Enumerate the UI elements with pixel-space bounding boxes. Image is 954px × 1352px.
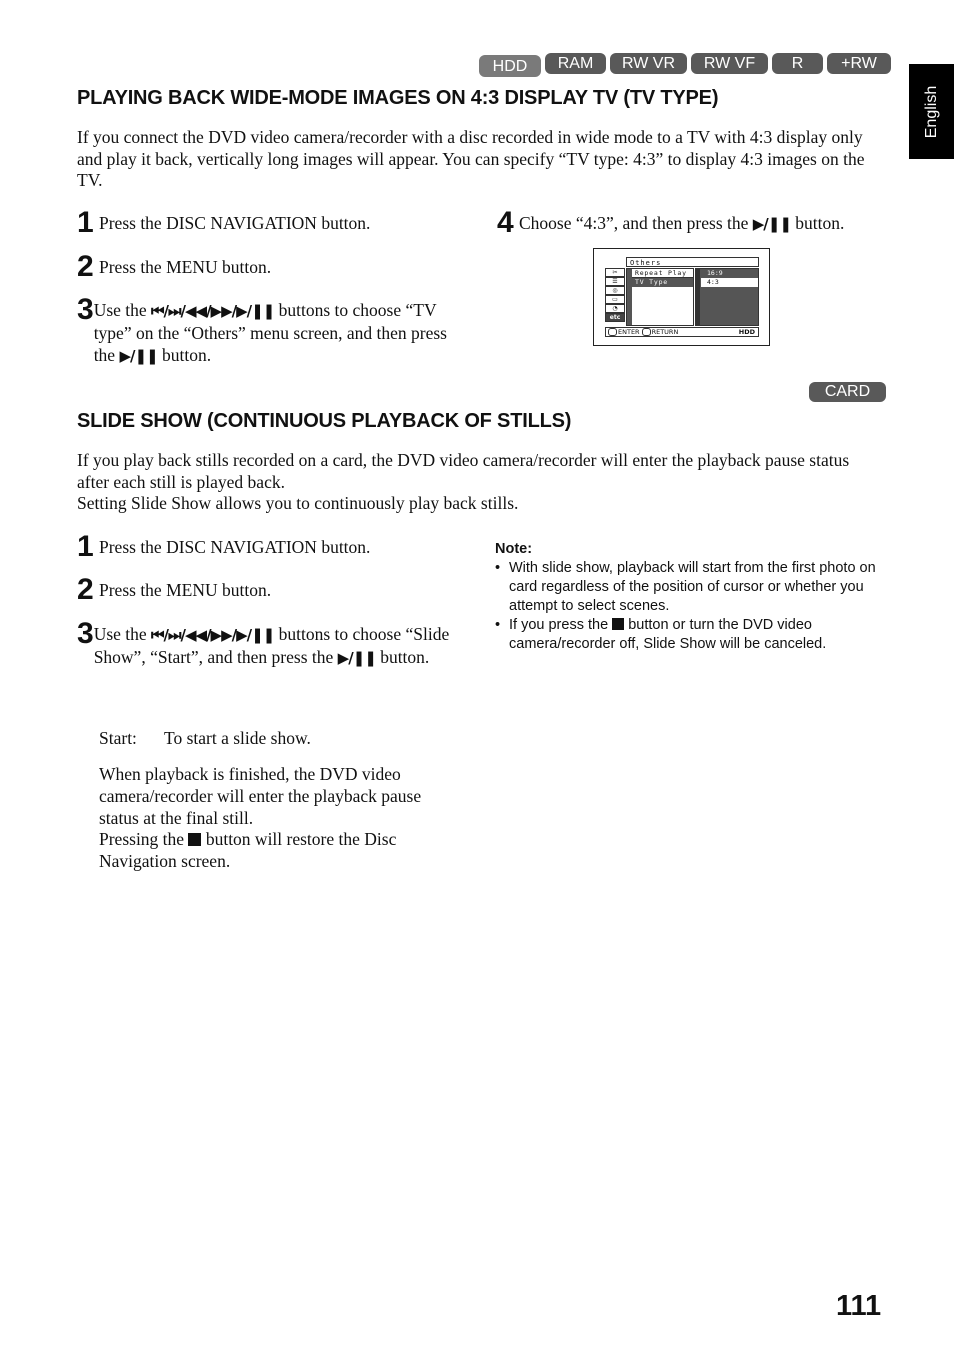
section-title-slide-show: SLIDE SHOW (CONTINUOUS PLAYBACK OF STILL… bbox=[77, 410, 572, 432]
media-tags: HDD RAM RW VR RW VF R +RW bbox=[479, 53, 891, 77]
tv-step-3: 3 Use the ⏮/⏭/◀◀/▶▶/▶/❚❚ buttons to choo… bbox=[77, 295, 457, 367]
note-item: If you press the button or turn the DVD … bbox=[495, 616, 890, 654]
language-tab: English bbox=[909, 64, 954, 159]
step-number: 3 bbox=[77, 617, 94, 650]
card-icon: ▭ bbox=[605, 295, 625, 304]
media-tag-rw-vr: RW VR bbox=[610, 53, 687, 74]
option-4-3: 4:3 bbox=[701, 278, 758, 287]
media-tag-ram: RAM bbox=[545, 53, 606, 74]
nav-buttons-icon: ⏮/⏭/◀◀/▶▶/▶/❚❚ bbox=[151, 626, 275, 644]
section-intro-tv-type: If you connect the DVD video camera/reco… bbox=[77, 127, 865, 190]
menu-title: Others bbox=[626, 257, 759, 267]
footer-return-label: RETURN bbox=[651, 328, 679, 336]
note-text-pre: If you press the bbox=[509, 617, 609, 633]
menu-item-repeat-play: Repeat Play bbox=[632, 269, 693, 278]
after-playback-text: When playback is finished, the DVD video… bbox=[99, 764, 422, 828]
start-option-row: Start: To start a slide show. bbox=[99, 728, 459, 750]
page-number: 111 bbox=[836, 1290, 882, 1322]
note-item: With slide show, playback will start fro… bbox=[495, 559, 890, 616]
step-number: 3 bbox=[77, 293, 94, 326]
step-text: Use the ⏮/⏭/◀◀/▶▶/▶/❚❚ buttons to choose… bbox=[94, 623, 462, 669]
media-tag-plus-rw: +RW bbox=[827, 53, 891, 74]
step-text: Choose “4:3”, and then press the ▶/❚❚ bu… bbox=[519, 212, 844, 235]
section-title-tv-type: PLAYING BACK WIDE-MODE IMAGES ON 4:3 DIS… bbox=[77, 87, 719, 109]
footer-media-label: HDD bbox=[738, 328, 755, 336]
tv-step-4: 4 Choose “4:3”, and then press the ▶/❚❚ … bbox=[497, 208, 897, 238]
menu-item-tv-type: TV Type bbox=[632, 278, 693, 287]
nav-buttons-icon: ⏮/⏭/◀◀/▶▶/▶/❚❚ bbox=[151, 302, 275, 320]
media-tag-card: CARD bbox=[809, 382, 886, 402]
stop-icon bbox=[188, 833, 202, 846]
step-number: 1 bbox=[77, 206, 94, 239]
media-tag-r: R bbox=[772, 53, 823, 74]
step-text-end: button. bbox=[161, 345, 212, 365]
play-pause-icon: ▶/❚❚ bbox=[752, 215, 792, 233]
step-text: Press the MENU button. bbox=[99, 257, 272, 277]
menu-category-icons: ✂ ☰ ◎ ▭ ◔ etc bbox=[605, 268, 625, 326]
stop-icon bbox=[612, 618, 625, 630]
footer-enter-label: ENTER bbox=[618, 328, 640, 336]
tv-step-1: 1 Press the DISC NAVIGATION button. bbox=[77, 208, 467, 238]
note-box: Note: With slide show, playback will sta… bbox=[495, 540, 890, 654]
return-button-icon bbox=[641, 328, 651, 336]
disc-icon: ◎ bbox=[605, 286, 625, 295]
step-number: 2 bbox=[77, 250, 94, 283]
start-description: To start a slide show. bbox=[164, 728, 311, 748]
stop-restore-text: Pressing the button will restore the Dis… bbox=[99, 828, 454, 872]
slide-step-1: 1 Press the DISC NAVIGATION button. bbox=[77, 532, 467, 562]
step-text-post: button. bbox=[795, 213, 845, 233]
step-text-pre: Use the bbox=[93, 300, 147, 320]
menu-item-list: Repeat Play TV Type bbox=[626, 268, 694, 326]
step-text-pre: Use the bbox=[93, 624, 147, 644]
slide-step-2: 2 Press the MENU button. bbox=[77, 575, 467, 605]
play-pause-icon: ▶/❚❚ bbox=[119, 347, 158, 365]
enter-button-icon bbox=[608, 328, 617, 336]
media-tag-hdd: HDD bbox=[479, 55, 541, 77]
step-number: 1 bbox=[77, 530, 94, 563]
step-number: 2 bbox=[77, 573, 94, 606]
menu-options: 16:9 4:3 bbox=[695, 268, 759, 326]
step-text: Press the DISC NAVIGATION button. bbox=[99, 213, 371, 233]
note-title: Note: bbox=[495, 541, 533, 557]
others-menu-screen: Others ✂ ☰ ◎ ▭ ◔ etc Repeat Play TV Type… bbox=[593, 248, 770, 346]
step-text: Press the DISC NAVIGATION button. bbox=[99, 537, 371, 557]
camera-icon: ✂ bbox=[605, 268, 625, 277]
step-text: Press the MENU button. bbox=[99, 580, 272, 600]
step-text-pre: Choose “4:3”, and then press the bbox=[519, 213, 749, 233]
stop-text-pre: Pressing the bbox=[99, 829, 185, 849]
gauge-icon: ◔ bbox=[605, 304, 625, 313]
step-text-end: button. bbox=[380, 647, 430, 667]
etc-icon: etc bbox=[605, 313, 625, 322]
start-label: Start: bbox=[99, 728, 137, 748]
menu-footer: ENTER RETURN HDD bbox=[605, 327, 759, 337]
slide-step-3: 3 Use the ⏮/⏭/◀◀/▶▶/▶/❚❚ buttons to choo… bbox=[77, 619, 462, 669]
option-16-9: 16:9 bbox=[707, 269, 723, 277]
play-pause-icon: ▶/❚❚ bbox=[337, 649, 377, 667]
tv-step-2: 2 Press the MENU button. bbox=[77, 252, 467, 282]
list-icon: ☰ bbox=[605, 277, 625, 286]
section-intro-slide-show-2: Setting Slide Show allows you to continu… bbox=[77, 493, 519, 513]
step-number: 4 bbox=[497, 206, 514, 239]
step-text: Use the ⏮/⏭/◀◀/▶▶/▶/❚❚ buttons to choose… bbox=[94, 299, 457, 367]
language-label: English bbox=[922, 85, 940, 138]
section-intro-slide-show-1: If you play back stills recorded on a ca… bbox=[77, 450, 850, 492]
media-tag-rw-vf: RW VF bbox=[691, 53, 768, 74]
